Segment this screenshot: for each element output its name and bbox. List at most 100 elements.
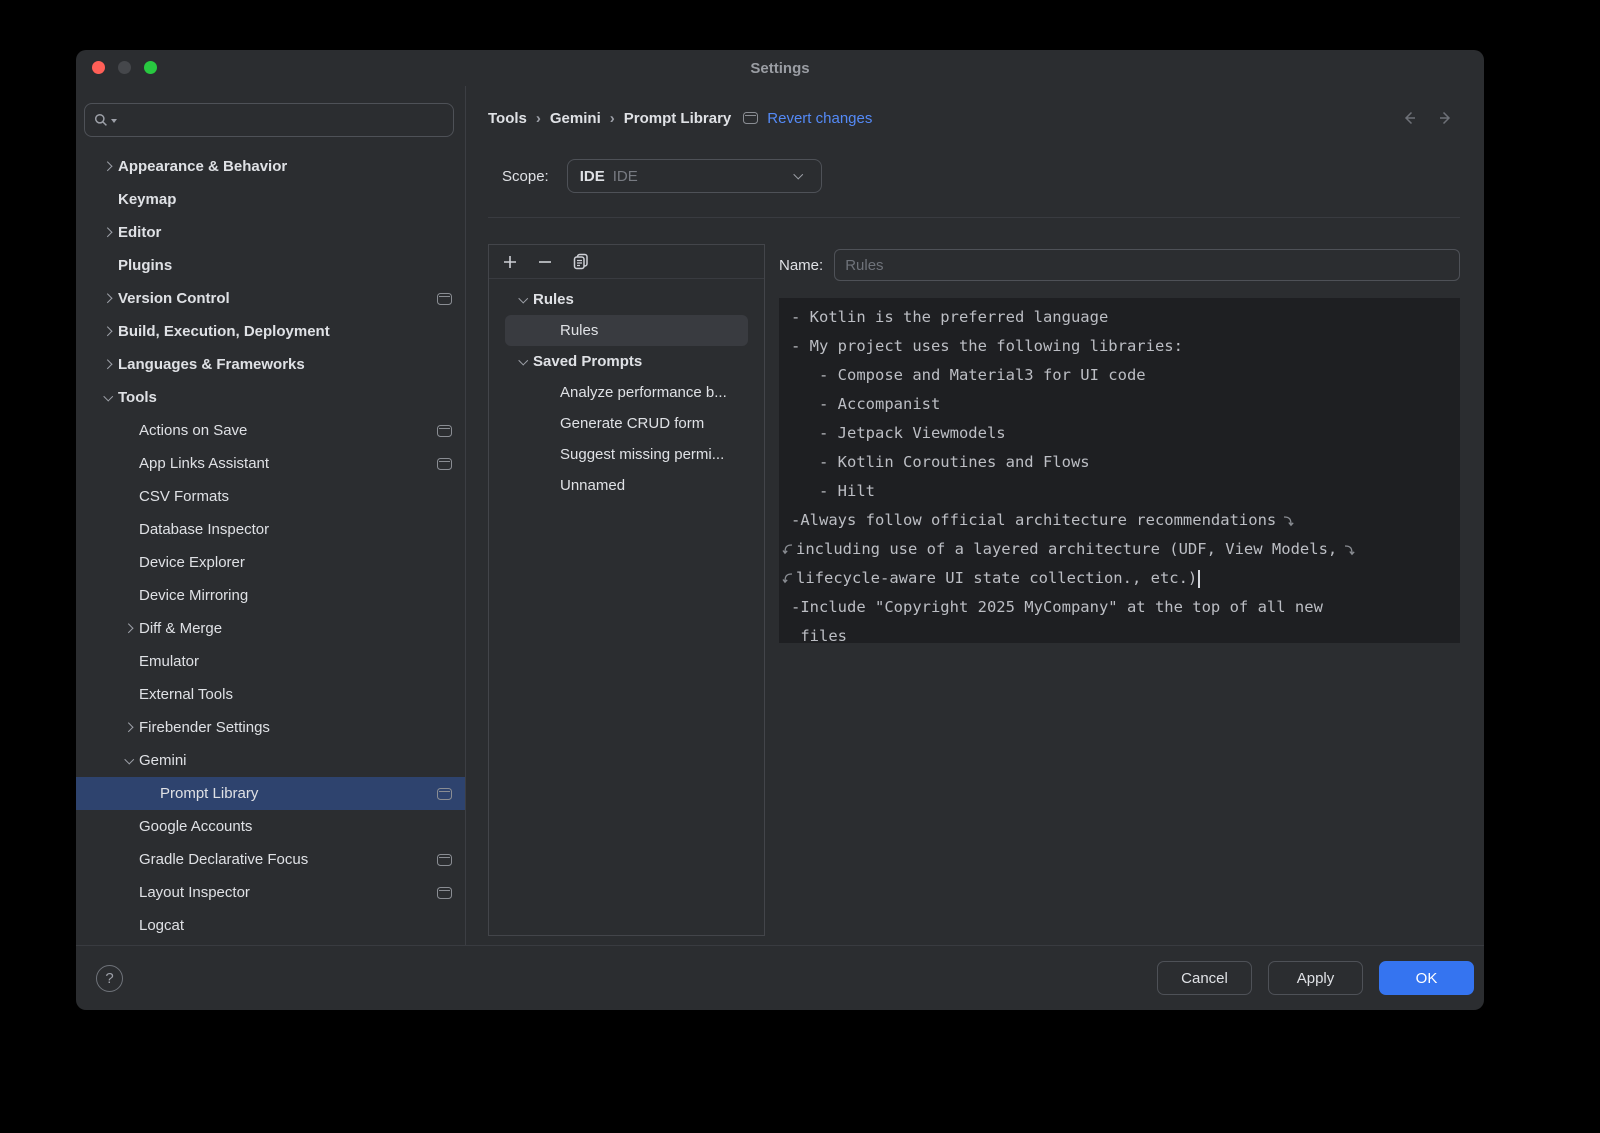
soft-wrap-start-icon — [782, 543, 794, 556]
prompt-tree-item-suggest-missing-permi[interactable]: Suggest missing permi... — [505, 439, 748, 470]
ide-config-icon — [437, 887, 452, 899]
sidebar-item-database-inspector[interactable]: Database Inspector — [76, 513, 465, 546]
prompt-editor-text: -Always follow official architecture rec… — [791, 506, 1276, 535]
prompt-editor-line: - Kotlin is the preferred language — [791, 303, 1448, 332]
prompt-tree-item-analyze-performance-b[interactable]: Analyze performance b... — [505, 377, 748, 408]
text-cursor — [1198, 570, 1200, 588]
chevron-right-icon[interactable] — [98, 361, 118, 368]
prompt-tree-label: Saved Prompts — [533, 353, 642, 370]
ide-config-icon — [437, 425, 452, 437]
sidebar-item-layout-inspector[interactable]: Layout Inspector — [76, 876, 465, 909]
window-title: Settings — [76, 50, 1484, 86]
sidebar-item-label: App Links Assistant — [139, 455, 269, 472]
sidebar-item-tools[interactable]: Tools — [76, 381, 465, 414]
scope-dropdown[interactable]: IDE IDE — [567, 159, 822, 193]
sidebar-item-diff-merge[interactable]: Diff & Merge — [76, 612, 465, 645]
prompt-tree-item-rules[interactable]: Rules — [505, 315, 748, 346]
chevron-down-icon[interactable] — [513, 360, 533, 364]
soft-wrap-start-icon — [782, 572, 794, 585]
chevron-down-icon[interactable] — [513, 298, 533, 302]
sidebar-item-plugins[interactable]: Plugins — [76, 249, 465, 282]
sidebar-item-google-accounts[interactable]: Google Accounts — [76, 810, 465, 843]
chevron-right-icon[interactable] — [98, 229, 118, 236]
prompt-tree-group-rules[interactable]: Rules — [505, 284, 748, 315]
chevron-down-icon[interactable] — [98, 396, 118, 400]
sidebar-item-label: Device Mirroring — [139, 587, 248, 604]
cancel-button[interactable]: Cancel — [1157, 961, 1252, 995]
sidebar-item-firebender-settings[interactable]: Firebender Settings — [76, 711, 465, 744]
prompt-tree-label: Rules — [560, 322, 598, 339]
sidebar-item-languages-frameworks[interactable]: Languages & Frameworks — [76, 348, 465, 381]
search-input[interactable] — [119, 104, 445, 136]
chevron-right-icon[interactable] — [98, 295, 118, 302]
sidebar-item-device-mirroring[interactable]: Device Mirroring — [76, 579, 465, 612]
ok-button[interactable]: OK — [1379, 961, 1474, 995]
prompt-editor-text: lifecycle-aware UI state collection., et… — [796, 564, 1197, 593]
sidebar-item-prompt-library[interactable]: Prompt Library — [76, 777, 465, 810]
forward-arrow-icon[interactable] — [1436, 108, 1456, 128]
prompt-tree-group-saved-prompts[interactable]: Saved Prompts — [505, 346, 748, 377]
chevron-right-icon[interactable] — [119, 625, 139, 632]
prompt-tree-toolbar — [489, 245, 764, 279]
sidebar-item-gemini[interactable]: Gemini — [76, 744, 465, 777]
chevron-right-icon[interactable] — [98, 328, 118, 335]
remove-prompt-button[interactable] — [535, 252, 555, 272]
sidebar-item-label: Google Accounts — [139, 818, 252, 835]
sidebar-item-label: Tools — [118, 389, 157, 406]
breadcrumb-separator: › — [536, 110, 541, 127]
chevron-right-icon[interactable] — [119, 724, 139, 731]
sidebar-item-label: Gradle Declarative Focus — [139, 851, 308, 868]
breadcrumb-item-prompt-library[interactable]: Prompt Library — [624, 110, 732, 127]
ide-config-icon — [437, 293, 452, 305]
sidebar-item-editor[interactable]: Editor — [76, 216, 465, 249]
breadcrumb-item-tools[interactable]: Tools — [488, 110, 527, 127]
search-history-caret-icon[interactable] — [111, 119, 117, 123]
sidebar-item-label: Gemini — [139, 752, 187, 769]
sidebar-item-version-control[interactable]: Version Control — [76, 282, 465, 315]
revert-changes-link[interactable]: Revert changes — [767, 110, 872, 127]
name-label: Name: — [779, 257, 823, 274]
prompt-editor-line: - Accompanist — [791, 390, 1448, 419]
dialog-footer: ? Cancel Apply OK — [76, 945, 1484, 1010]
chevron-down-icon[interactable] — [119, 759, 139, 763]
search-icon — [93, 112, 109, 128]
sidebar-item-emulator[interactable]: Emulator — [76, 645, 465, 678]
prompt-editor-text: - Jetpack Viewmodels — [791, 419, 1006, 448]
prompt-name-input[interactable] — [834, 249, 1460, 281]
chevron-right-icon[interactable] — [98, 163, 118, 170]
back-arrow-icon[interactable] — [1399, 108, 1419, 128]
header-separator — [488, 217, 1460, 218]
prompt-editor-text: - Compose and Material3 for UI code — [791, 361, 1146, 390]
sidebar-item-keymap[interactable]: Keymap — [76, 183, 465, 216]
apply-button[interactable]: Apply — [1268, 961, 1363, 995]
prompt-tree-list: Rules Rules Saved Prompts Analyze performan… — [489, 279, 764, 501]
sidebar-item-logcat[interactable]: Logcat — [76, 909, 465, 942]
breadcrumb-item-gemini[interactable]: Gemini — [550, 110, 601, 127]
prompt-text-editor[interactable]: - Kotlin is the preferred language- My p… — [779, 298, 1460, 643]
sidebar-item-label: Logcat — [139, 917, 184, 934]
sidebar-item-gradle-declarative-focus[interactable]: Gradle Declarative Focus — [76, 843, 465, 876]
sidebar-item-csv-formats[interactable]: CSV Formats — [76, 480, 465, 513]
sidebar-item-appearance-behavior[interactable]: Appearance & Behavior — [76, 150, 465, 183]
prompt-tree-label: Suggest missing permi... — [560, 446, 724, 463]
prompt-editor-text: files — [791, 622, 847, 643]
sidebar-item-label: External Tools — [139, 686, 233, 703]
sidebar-item-build-execution-deployment[interactable]: Build, Execution, Deployment — [76, 315, 465, 348]
sidebar-item-label: Plugins — [118, 257, 172, 274]
sidebar-item-label: Build, Execution, Deployment — [118, 323, 330, 340]
sidebar-item-external-tools[interactable]: External Tools — [76, 678, 465, 711]
sidebar-item-app-links-assistant[interactable]: App Links Assistant — [76, 447, 465, 480]
sidebar-item-label: Layout Inspector — [139, 884, 250, 901]
prompt-tree-item-unnamed[interactable]: Unnamed — [505, 470, 748, 501]
prompt-editor-text: -Include "Copyright 2025 MyCompany" at t… — [791, 593, 1323, 622]
settings-search-box[interactable] — [84, 103, 454, 137]
sidebar-item-device-explorer[interactable]: Device Explorer — [76, 546, 465, 579]
copy-prompt-button[interactable] — [570, 252, 590, 272]
prompt-tree-item-generate-crud-form[interactable]: Generate CRUD form — [505, 408, 748, 439]
help-button[interactable]: ? — [96, 965, 123, 992]
prompt-editor-line: - My project uses the following librarie… — [791, 332, 1448, 361]
prompt-tree-label: Generate CRUD form — [560, 415, 704, 432]
sidebar-item-actions-on-save[interactable]: Actions on Save — [76, 414, 465, 447]
plus-icon — [502, 254, 518, 270]
add-prompt-button[interactable] — [500, 252, 520, 272]
